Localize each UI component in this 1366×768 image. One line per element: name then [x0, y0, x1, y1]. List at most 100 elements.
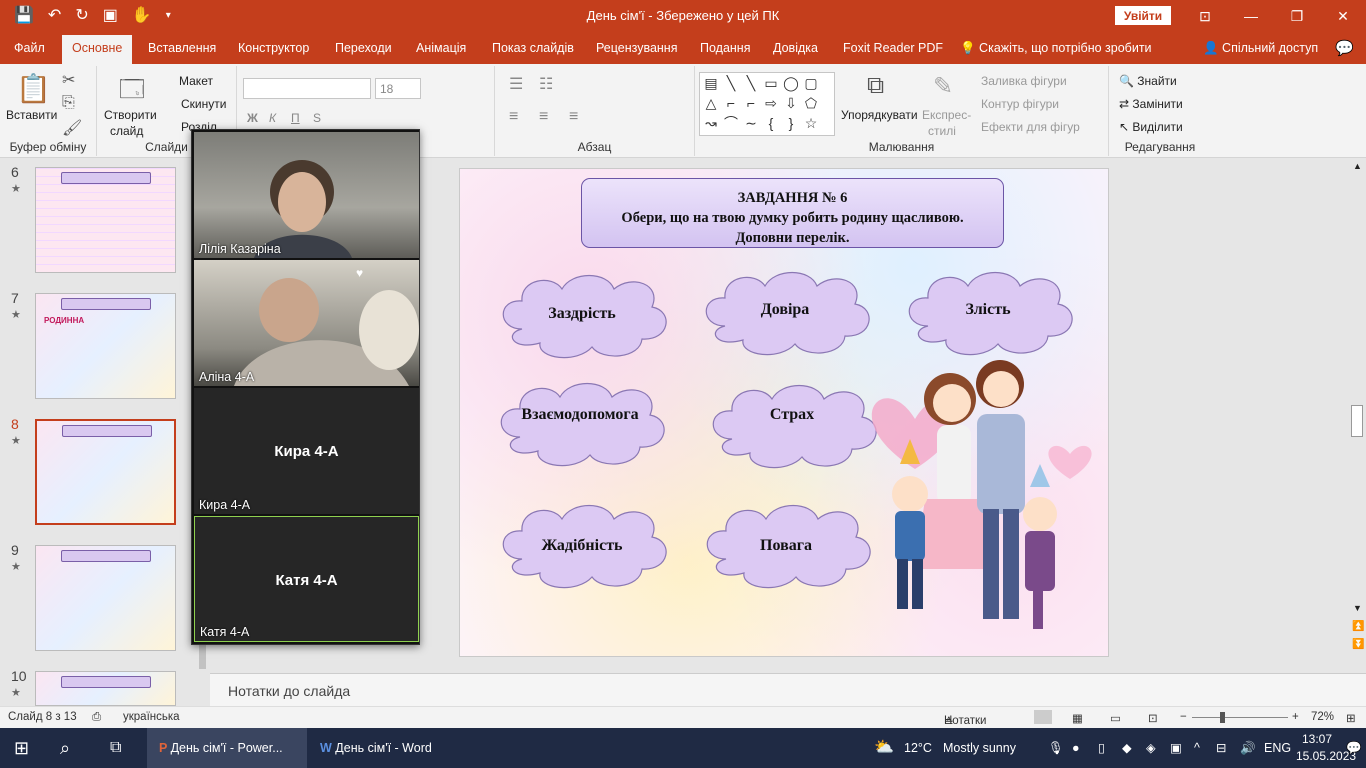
tab-help[interactable]: Довідка	[773, 41, 818, 55]
close-icon[interactable]: ✕	[1320, 0, 1366, 32]
tab-design[interactable]: Конструктор	[238, 41, 309, 55]
align-center-icon[interactable]: ≡	[539, 108, 548, 126]
arrange-button[interactable]: Упорядкувати	[841, 108, 918, 122]
tray-app2-icon[interactable]: ▣	[1170, 728, 1182, 768]
quick-styles-label-2[interactable]: стилі	[928, 124, 956, 138]
star-shape-icon[interactable]: ☆	[802, 115, 820, 131]
task-view-icon[interactable]: ⧉	[110, 728, 121, 768]
tab-view[interactable]: Подання	[700, 41, 750, 55]
new-slide-label-2[interactable]: слайд	[110, 124, 143, 138]
align-left-icon[interactable]: ≡	[509, 108, 518, 126]
normal-view-icon[interactable]	[1034, 710, 1052, 724]
weather-temp[interactable]: 12°C	[904, 728, 932, 768]
quick-styles-icon[interactable]: ✎	[933, 72, 953, 101]
volume-icon[interactable]: 🔊	[1240, 728, 1256, 768]
cloud-zazdrist[interactable]: Заздрість	[492, 269, 672, 361]
textbox-shape-icon[interactable]: ▤	[702, 75, 720, 91]
weather-icon[interactable]: ⛅	[874, 728, 894, 768]
arrange-icon[interactable]: ⧉	[867, 72, 884, 100]
tab-file[interactable]: Файл	[14, 41, 45, 55]
paste-label[interactable]: Вставити	[6, 108, 57, 122]
reading-view-icon[interactable]: ▭	[1110, 711, 1121, 725]
line-shape-icon[interactable]: ╲	[722, 75, 740, 91]
format-painter-icon[interactable]: 🖌	[62, 118, 82, 138]
triangle-shape-icon[interactable]: △	[702, 95, 720, 111]
spellcheck-icon[interactable]: ⎙	[92, 711, 101, 724]
slide-thumbnail-8[interactable]	[33, 417, 178, 527]
fit-to-window-icon[interactable]: ⊞	[1346, 711, 1356, 725]
tab-transitions[interactable]: Переходи	[335, 41, 392, 55]
bold-button[interactable]: Ж	[247, 111, 258, 125]
slideshow-view-icon[interactable]: ⊡	[1148, 711, 1158, 725]
arc-shape-icon[interactable]: ⌒	[722, 115, 740, 131]
minimize-icon[interactable]: —	[1228, 0, 1274, 32]
restore-icon[interactable]: ❐	[1274, 0, 1320, 32]
ribbon-display-icon[interactable]: ⊡	[1182, 0, 1228, 32]
shield-icon[interactable]: ◈	[1146, 728, 1156, 768]
paste-icon[interactable]: 📋	[16, 72, 51, 105]
language-indicator[interactable]: українська	[123, 711, 180, 723]
align-right-icon[interactable]: ≡	[569, 108, 578, 126]
tab-insert[interactable]: Вставлення	[148, 41, 216, 55]
tab-foxit[interactable]: Foxit Reader PDF	[843, 41, 943, 55]
new-slide-icon[interactable]: 🗔	[119, 72, 145, 113]
zoom-slider[interactable]	[1192, 717, 1288, 718]
arrow-right-shape-icon[interactable]: ⇨	[762, 95, 780, 111]
weather-desc[interactable]: Mostly sunny	[943, 728, 1016, 768]
clock-time[interactable]: 13:07	[1302, 732, 1332, 746]
tab-animations[interactable]: Анімація	[416, 41, 466, 55]
prev-slide-icon[interactable]: ⏫	[1352, 621, 1364, 632]
tab-slideshow[interactable]: Показ слайдів	[492, 41, 574, 55]
shadow-button[interactable]: S	[313, 111, 321, 125]
layout-button[interactable]: Макет	[179, 74, 213, 88]
video-tile[interactable]: Кира 4-А Кира 4-А	[194, 388, 419, 514]
shape-outline-button[interactable]: Контур фігури	[981, 97, 1059, 111]
pentagon-shape-icon[interactable]: ⬠	[802, 95, 820, 111]
tell-me-search[interactable]: 💡 Скажіть, що потрібно зробити	[960, 41, 1152, 56]
tab-home[interactable]: Основне	[62, 35, 133, 64]
elbow2-shape-icon[interactable]: ⌐	[742, 95, 760, 111]
shape-effects-button[interactable]: Ефекти для фігур	[981, 120, 1080, 134]
elbow-shape-icon[interactable]: ⌐	[722, 95, 740, 111]
curve-shape-icon[interactable]: ∼	[742, 115, 760, 131]
italic-button[interactable]: К	[269, 111, 276, 125]
slide-8[interactable]: ЗАВДАННЯ № 6 Обери, що на твою думку роб…	[459, 168, 1109, 657]
notification-icon[interactable]: 💬	[1346, 728, 1362, 768]
slide-thumbnail-7[interactable]: РОДИННА	[35, 293, 176, 399]
slide-scrollbar[interactable]: ▲ ▼ ⏫ ⏬	[1348, 159, 1366, 673]
tab-review[interactable]: Рецензування	[596, 41, 677, 55]
slide-thumbnail-10[interactable]	[35, 671, 176, 706]
reset-button[interactable]: Скинути	[181, 97, 226, 111]
cut-icon[interactable]: ✂	[62, 70, 75, 90]
next-slide-icon[interactable]: ⏬	[1352, 639, 1364, 650]
copy-icon[interactable]: ⎘	[62, 94, 75, 112]
sign-in-button[interactable]: Увійти	[1115, 6, 1171, 25]
bullets-icon[interactable]: ☰	[509, 74, 523, 94]
chevron-up-icon[interactable]: ^	[1194, 728, 1200, 768]
windows-start-icon[interactable]: ⊞	[14, 728, 29, 768]
scroll-up-icon[interactable]: ▲	[1353, 161, 1362, 171]
cloud-dovira[interactable]: Довіра	[695, 266, 875, 358]
task-box[interactable]: ЗАВДАННЯ № 6 Обери, що на твою думку роб…	[581, 178, 1004, 248]
network-icon[interactable]: ⊟	[1216, 728, 1226, 768]
quick-styles-label[interactable]: Експрес-	[922, 108, 971, 122]
cloud-povaha[interactable]: Повага	[696, 499, 876, 591]
family-illustration[interactable]	[855, 359, 1109, 657]
font-name-combo[interactable]	[243, 78, 371, 99]
shapes-gallery[interactable]: ▤ ╲ ╲ ▭ ◯ ▢ △ ⌐ ⌐ ⇨ ⇩ ⬠ ↝ ⌒ ∼ { } ☆	[699, 72, 835, 136]
taskbar-word[interactable]: W День сім'ї - Word	[310, 728, 460, 768]
video-tile[interactable]: Лілія Казаріна	[194, 132, 419, 258]
select-button[interactable]: ↖ Виділити	[1119, 120, 1183, 134]
taskbar-powerpoint[interactable]: P День сім'ї - Power...	[147, 728, 307, 768]
zoom-level[interactable]: 72%	[1311, 711, 1334, 723]
video-tile-active-speaker[interactable]: Катя 4-А Катя 4-А	[194, 516, 419, 642]
zoom-out-icon[interactable]: −	[1180, 711, 1187, 723]
arrow-down-shape-icon[interactable]: ⇩	[782, 95, 800, 111]
brace-left-shape-icon[interactable]: {	[762, 115, 780, 131]
slide-sorter-icon[interactable]: ▦	[1072, 711, 1083, 725]
comments-icon[interactable]: 💬	[1335, 39, 1354, 57]
notes-pane[interactable]: Нотатки до слайда	[210, 673, 1366, 706]
video-call-panel[interactable]: Лілія Казаріна ♥ Аліна 4-А Кира 4-А Кира…	[191, 129, 420, 645]
replace-button[interactable]: ⇄ Замінити	[1119, 97, 1183, 111]
search-icon[interactable]: ⌕	[60, 728, 70, 768]
